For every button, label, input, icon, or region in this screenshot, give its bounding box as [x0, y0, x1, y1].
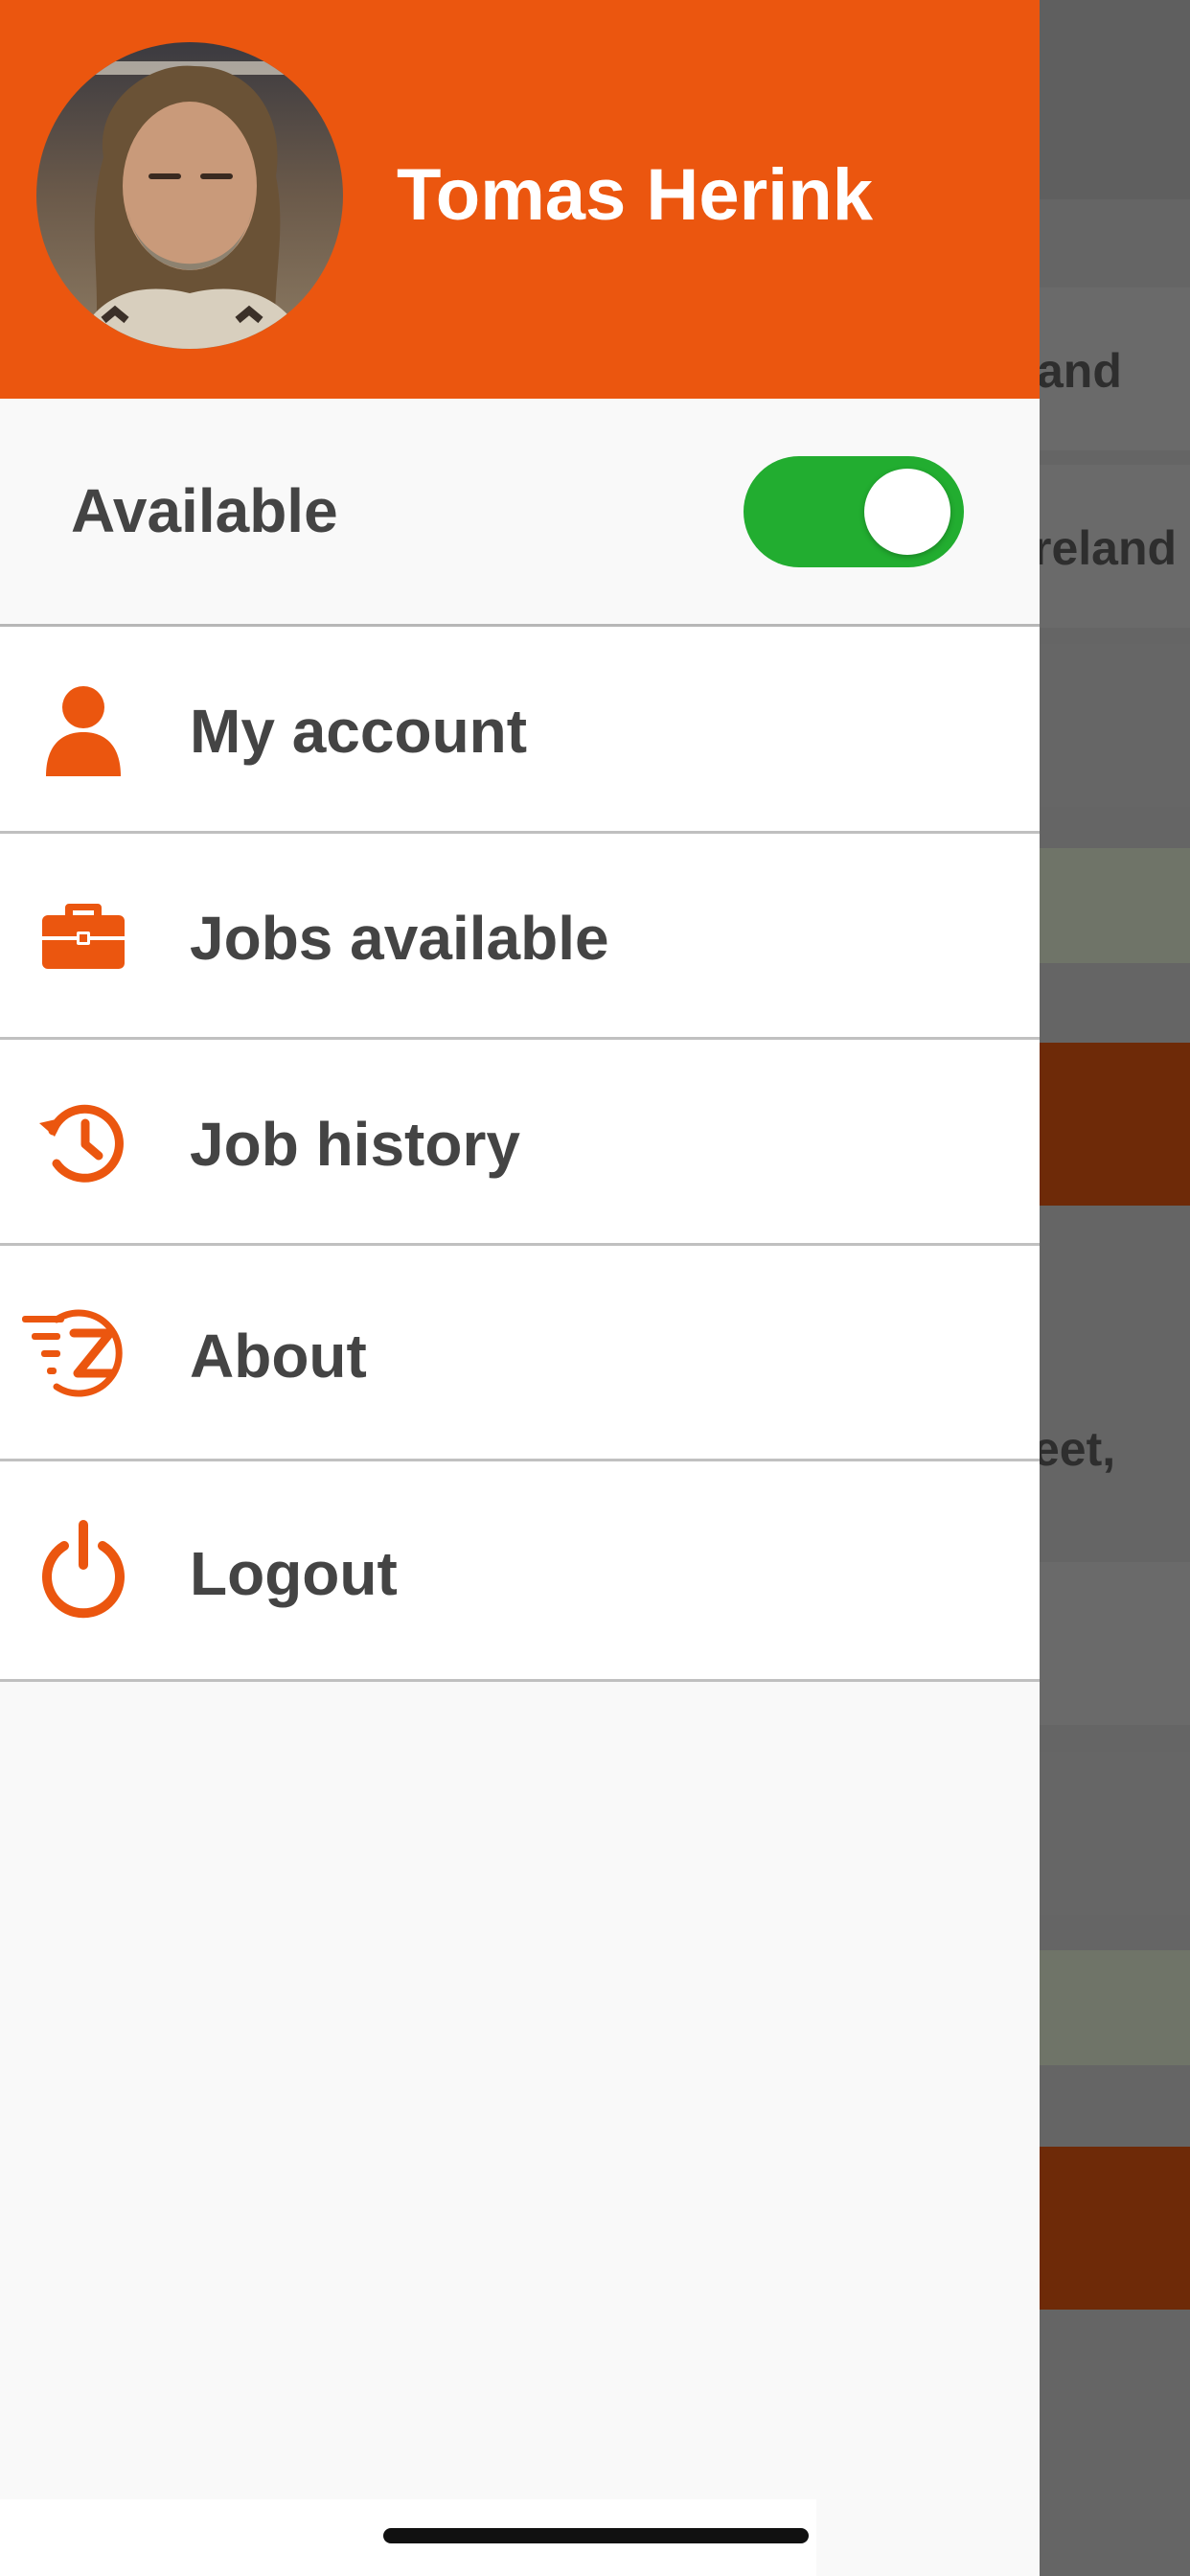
availability-label: Available	[71, 476, 338, 545]
home-indicator[interactable]	[383, 2528, 809, 2543]
menu-item-label: About	[190, 1322, 367, 1391]
drawer-header: Tomas Herink	[0, 0, 1040, 399]
avatar[interactable]	[36, 42, 343, 349]
background-orange-button	[1040, 1043, 1190, 1206]
menu-item-label: My account	[190, 697, 528, 766]
background-header	[1040, 0, 1190, 199]
power-icon	[21, 1507, 146, 1632]
availability-row: Available	[0, 399, 1040, 627]
background-row	[1040, 1562, 1190, 1725]
menu-item-job-history[interactable]: Job history	[0, 1040, 1040, 1246]
briefcase-icon	[21, 874, 146, 999]
menu-item-jobs-available[interactable]: Jobs available	[0, 834, 1040, 1040]
menu-item-my-account[interactable]: My account	[0, 627, 1040, 834]
menu-item-label: Job history	[190, 1110, 520, 1179]
background-row	[1040, 1752, 1190, 1915]
background-row	[1040, 1950, 1190, 2065]
toggle-knob	[864, 469, 950, 555]
availability-toggle[interactable]	[744, 456, 964, 567]
background-row	[1040, 848, 1190, 963]
background-text: eet,	[1033, 1422, 1116, 1476]
background-row	[1040, 644, 1190, 807]
background-text: and	[1037, 344, 1122, 398]
user-photo-icon	[36, 42, 343, 349]
user-name: Tomas Herink	[397, 154, 873, 236]
background-orange-button	[1040, 2147, 1190, 2310]
person-icon	[21, 668, 146, 793]
menu-item-label: Logout	[190, 1539, 398, 1608]
menu-item-label: Jobs available	[190, 904, 609, 973]
z-logo-icon	[13, 1291, 148, 1415]
menu-item-about[interactable]: About	[0, 1246, 1040, 1461]
navigation-drawer: Tomas Herink Available My account Jobs a…	[0, 0, 1040, 2576]
background-text: reland	[1033, 521, 1178, 575]
menu-item-logout[interactable]: Logout	[0, 1461, 1040, 1682]
history-icon	[21, 1080, 146, 1205]
